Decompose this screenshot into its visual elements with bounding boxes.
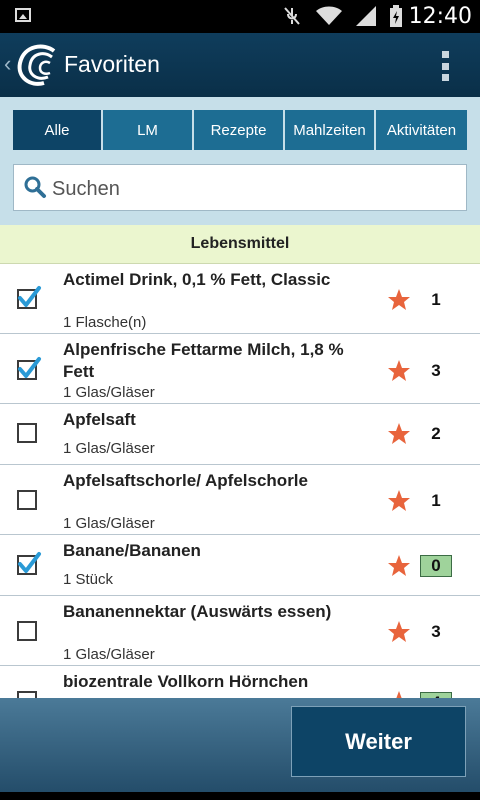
image-notification-icon [15,8,31,22]
item-count: 1 [431,491,441,510]
back-chevron-icon[interactable]: ‹ [4,51,11,77]
signal-icon [356,6,376,26]
filter-area: Alle LM Rezepte Mahlzeiten Aktivitäten [0,97,480,225]
item-name: biozentrale Vollkorn Hörnchen [63,672,309,691]
tab-aktivitaeten[interactable]: Aktivitäten [376,110,467,150]
favorites-list[interactable]: Actimel Drink, 0,1 % Fett, Classic 1 Flas… [0,264,480,698]
item-checkbox[interactable] [17,490,37,510]
item-unit: 1 Glas/Gläser [63,646,155,663]
count-badge: 0 [420,555,452,577]
item-unit: 1 Glas/Gläser [63,515,155,532]
item-unit: 1 Glas/Gläser [63,440,155,457]
item-count: 3 [431,622,441,641]
favorite-star-icon[interactable] [387,359,411,383]
section-header-lebensmittel: Lebensmittel [0,225,480,264]
item-checkbox[interactable] [17,423,37,443]
battery-icon [390,5,402,27]
wifi-icon [316,6,342,25]
tab-mahlzeiten[interactable]: Mahlzeiten [285,110,376,150]
favorite-star-icon[interactable] [387,422,411,446]
search-box[interactable] [13,164,467,211]
item-count: 1 [431,290,441,309]
list-item[interactable]: Actimel Drink, 0,1 % Fett, Classic 1 Flas… [0,264,480,334]
mute-icon [284,7,300,25]
item-count: 3 [431,361,441,380]
page-title: Favoriten [64,51,160,77]
checkmark-icon [18,286,41,307]
item-unit: 1 Flasche(n) [63,314,147,331]
tab-alle[interactable]: Alle [13,110,103,150]
bottom-strip [0,792,480,800]
item-checkbox[interactable] [17,621,37,641]
item-checkbox[interactable] [17,357,41,380]
app-bar: ‹ Favoriten [0,33,480,97]
list-item[interactable]: biozentrale Vollkorn Hörnchen4 [0,666,480,698]
list-item[interactable]: Apfelsaft 1 Glas/Gläser 2 [0,404,480,465]
weiter-button[interactable]: Weiter [291,706,466,777]
status-bar: 12:40 [0,0,480,33]
search-icon [24,176,46,198]
item-checkbox[interactable] [17,691,37,698]
list-item[interactable]: Apfelsaftschorle/ Apfelschorle 1 Glas/Glä… [0,465,480,535]
list-item[interactable]: Bananennektar (Auswärts essen) 1 Glas/Glä… [0,596,480,666]
item-name: Apfelsaftschorle/ Apfelschorle [63,471,308,490]
item-checkbox[interactable] [17,552,41,575]
item-name: Banane/Bananen [63,541,201,560]
item-name: Apfelsaft [63,410,136,429]
favorite-star-icon[interactable] [387,620,411,644]
favorite-star-icon[interactable] [387,554,411,578]
list-item[interactable]: Alpenfrische Fettarme Milch, 1,8 % Fett 1… [0,334,480,404]
tab-rezepte[interactable]: Rezepte [194,110,285,150]
item-name: Actimel Drink, 0,1 % Fett, Classic [63,270,331,289]
checkmark-icon [18,357,41,378]
item-unit: 1 Glas/Gläser [63,384,155,401]
footer-bar: Weiter [0,698,480,792]
clock: 12:40 [408,4,472,29]
tab-lm[interactable]: LM [103,110,194,150]
item-checkbox[interactable] [17,286,41,309]
item-count: 2 [431,424,441,443]
favorite-star-icon[interactable] [387,288,411,312]
overflow-menu-icon[interactable] [442,51,450,81]
favorite-star-icon[interactable] [387,690,411,698]
list-item[interactable]: Banane/Bananen 1 Stück 0 [0,535,480,596]
item-name: Bananennektar (Auswärts essen) [63,602,332,621]
search-input[interactable] [50,173,454,205]
item-name: Alpenfrische Fettarme Milch, 1,8 % Fett [63,340,344,381]
item-unit: 1 Stück [63,571,114,588]
favorite-star-icon[interactable] [387,489,411,513]
app-logo-icon[interactable] [14,43,60,87]
tab-bar: Alle LM Rezepte Mahlzeiten Aktivitäten [13,110,467,150]
checkmark-icon [18,552,41,573]
